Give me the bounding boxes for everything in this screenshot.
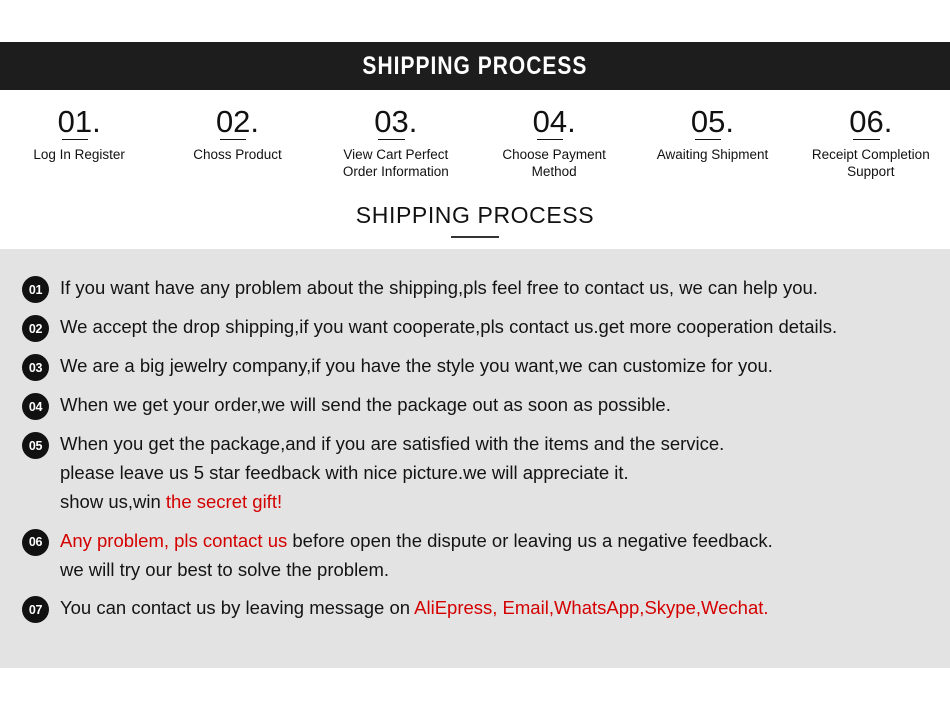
item-text-highlight: Any problem, pls contact us — [60, 529, 288, 551]
item-text: We accept the drop shipping,if you want … — [60, 316, 838, 337]
item-badge: 01 — [22, 276, 49, 303]
item-badge: 03 — [22, 354, 49, 381]
item-badge: 06 — [22, 528, 49, 556]
item-text: If you want have any problem about the s… — [60, 277, 818, 298]
shipping-process-page: SHIPPING PROCESS 01. Log In Register 02.… — [0, 0, 950, 722]
item-text-highlight: AliEpress, Email,WhatsApp,Skype,Wechat. — [414, 597, 769, 619]
step-label: Awaiting Shipment — [656, 147, 769, 162]
step-label: View Cart Perfect Order Information — [342, 147, 449, 179]
step-number-digits: 02 — [215, 104, 251, 140]
step-number: 03. — [374, 104, 418, 140]
shipping-notes-list: 01 If you want have any problem about th… — [0, 249, 950, 668]
step-label: Choss Product — [193, 147, 282, 162]
steps-row: 01. Log In Register 02. Choss Product 03… — [0, 90, 950, 200]
step-02: 02. Choss Product — [158, 106, 316, 163]
step-number-digits: 03 — [374, 104, 409, 140]
item-badge: 07 — [22, 596, 49, 624]
item-text: We are a big jewelry company,if you have… — [60, 355, 773, 376]
step-label: Receipt Completion Support — [811, 147, 930, 179]
item-text: When we get your order,we will send the … — [60, 394, 671, 415]
section-subheading: SHIPPING PROCESS — [0, 200, 950, 249]
step-number: 04. — [532, 104, 576, 140]
banner-title: SHIPPING PROCESS — [362, 51, 588, 80]
step-label: Log In Register — [33, 147, 125, 162]
step-number-digits: 04 — [532, 104, 568, 140]
step-number-dot: . — [92, 104, 101, 139]
step-label: Choose Payment Method — [502, 147, 606, 179]
item-text: Any problem, pls contact us before open … — [60, 526, 773, 584]
item-badge: 04 — [22, 393, 49, 420]
step-04: 04. Choose Payment Method — [475, 106, 633, 180]
step-number-dot: . — [567, 104, 576, 139]
step-number-dot: . — [250, 104, 260, 139]
subheading-title: SHIPPING PROCESS — [355, 202, 595, 228]
item-badge: 02 — [22, 315, 49, 342]
step-number: 06. — [849, 104, 893, 140]
item-text: When you get the package,and if you are … — [60, 429, 724, 517]
step-01: 01. Log In Register — [0, 106, 158, 163]
list-item: 01 If you want have any problem about th… — [0, 273, 950, 303]
shipping-process-banner: SHIPPING PROCESS — [0, 42, 950, 90]
step-number-digits: 06 — [849, 104, 884, 140]
step-number-digits: 05 — [690, 104, 726, 140]
list-item: 07 You can contact us by leaving message… — [0, 593, 950, 624]
list-item: 03 We are a big jewelry company,if you h… — [0, 351, 950, 381]
subheading-rule — [451, 236, 499, 238]
step-06: 06. Receipt Completion Support — [792, 106, 950, 180]
step-number: 05. — [690, 104, 735, 140]
item-text-plain: When you get the package,and if you are … — [60, 433, 725, 513]
list-item: 05 When you get the package,and if you a… — [0, 429, 950, 517]
step-05: 05. Awaiting Shipment — [633, 106, 791, 163]
list-item: 02 We accept the drop shipping,if you wa… — [0, 312, 950, 342]
step-number: 02. — [215, 104, 260, 140]
step-number-dot: . — [408, 104, 418, 139]
step-number-dot: . — [883, 104, 893, 139]
step-number-digits: 01 — [57, 104, 93, 140]
step-number: 01. — [57, 104, 101, 140]
item-text: You can contact us by leaving message on… — [60, 593, 769, 622]
step-03: 03. View Cart Perfect Order Information — [317, 106, 475, 180]
item-badge: 05 — [22, 432, 49, 459]
item-text-plain: You can contact us by leaving message on — [60, 597, 415, 619]
list-item: 06 Any problem, pls contact us before op… — [0, 526, 950, 584]
top-spacer — [0, 0, 950, 42]
item-text-highlight: the secret gift! — [165, 491, 283, 513]
step-number-dot: . — [725, 104, 735, 139]
list-item: 04 When we get your order,we will send t… — [0, 390, 950, 420]
